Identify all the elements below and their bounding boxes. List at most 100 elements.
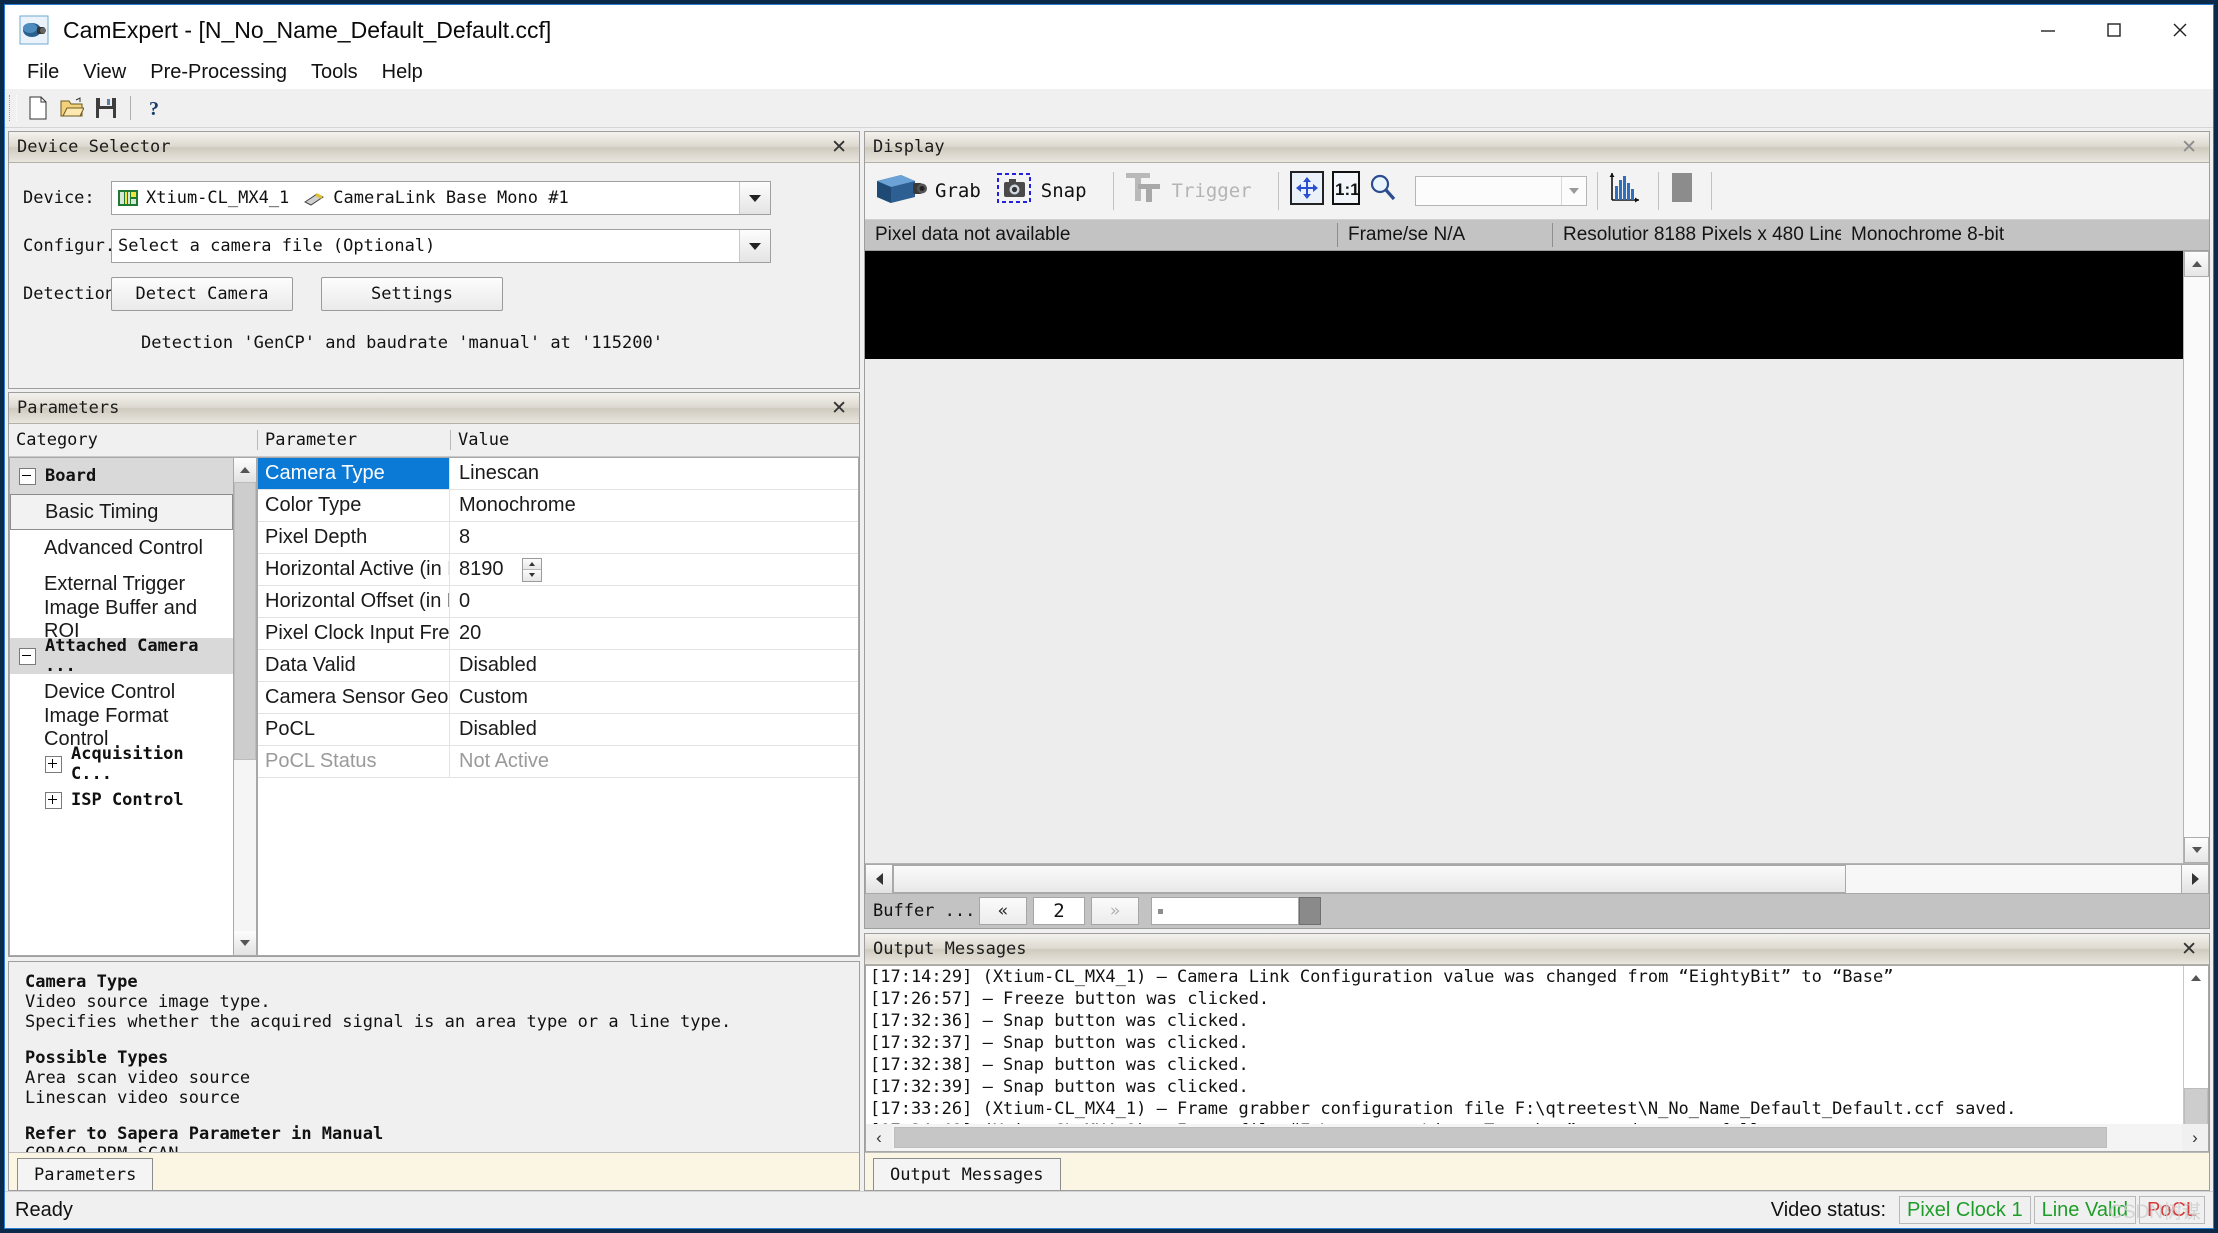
minimize-button[interactable] — [2015, 5, 2081, 55]
menu-pre-processing[interactable]: Pre-Processing — [138, 58, 299, 87]
buffer-next-button[interactable]: » — [1091, 897, 1139, 925]
scroll-thumb[interactable] — [234, 482, 256, 760]
configuration-combo-chevron-down-icon[interactable] — [739, 230, 770, 262]
param-value[interactable]: 20 — [449, 618, 858, 649]
output-messages-close-icon[interactable]: ✕ — [2181, 938, 2197, 961]
table-row[interactable]: PoCL Disabled — [258, 714, 858, 746]
save-icon[interactable] — [91, 93, 121, 123]
expand-plus-icon[interactable] — [45, 756, 62, 773]
device-selector-close-icon[interactable]: ✕ — [831, 136, 847, 159]
output-vertical-scrollbar[interactable] — [2183, 966, 2208, 1124]
parameters-close-icon[interactable]: ✕ — [831, 397, 847, 420]
help-question-icon[interactable]: ? — [140, 93, 170, 123]
table-row[interactable]: Pixel Clock Input Freque... 20 — [258, 618, 858, 650]
param-value[interactable]: Linescan — [449, 458, 858, 489]
output-horizontal-scrollbar[interactable]: ‹ › — [865, 1124, 2209, 1152]
param-value[interactable]: 8 — [449, 522, 858, 553]
device-combo[interactable]: Xtium-CL_MX4_1 CameraLink Base Mono #1 — [111, 181, 771, 215]
tab-output-messages[interactable]: Output Messages — [873, 1158, 1061, 1190]
tree-group-board[interactable]: Board — [10, 458, 233, 494]
tree-item-basic-timing[interactable]: Basic Timing — [10, 494, 233, 530]
scroll-up-icon[interactable] — [2184, 251, 2209, 277]
table-row[interactable]: Horizontal Offset (in Pixe... 0 — [258, 586, 858, 618]
grab-button[interactable]: Grab — [875, 171, 991, 211]
svg-text:1:1: 1:1 — [1335, 180, 1360, 199]
scroll-down-icon[interactable] — [234, 931, 256, 955]
display-horizontal-scrollbar[interactable] — [865, 863, 2209, 894]
buffer-prev-button[interactable]: « — [979, 897, 1027, 925]
device-combo-chevron-down-icon[interactable] — [739, 182, 770, 214]
scroll-track[interactable] — [2184, 277, 2209, 837]
settings-button[interactable]: Settings — [321, 277, 503, 311]
scroll-track[interactable] — [892, 1124, 2182, 1151]
table-row[interactable]: Horizontal Active (in Pixe... 8190 — [258, 554, 858, 586]
scroll-thumb[interactable] — [2184, 1088, 2208, 1124]
scroll-thumb[interactable] — [894, 1127, 2107, 1148]
menu-file[interactable]: File — [15, 58, 71, 87]
scroll-up-icon[interactable] — [234, 458, 256, 482]
table-row[interactable]: Camera Type Linescan — [258, 458, 858, 490]
tree-group-attached-camera[interactable]: Attached Camera ... — [10, 638, 233, 674]
output-messages-list[interactable]: [17:14:29] (Xtium-CL_MX4_1) — Camera Lin… — [865, 965, 2209, 1124]
buffer-slider[interactable] — [1151, 897, 1299, 925]
category-tree-scrollbar[interactable] — [233, 457, 257, 956]
buffer-slider-thumb[interactable] — [1299, 897, 1321, 925]
image-canvas[interactable] — [865, 251, 2183, 359]
zoom-level-combo[interactable] — [1415, 176, 1587, 206]
param-value[interactable]: Disabled — [449, 650, 858, 681]
table-row[interactable]: Color Type Monochrome — [258, 490, 858, 522]
scroll-right-icon[interactable]: › — [2182, 1124, 2208, 1151]
expand-plus-icon[interactable] — [45, 792, 62, 809]
tree-item-image-buffer-and-roi[interactable]: Image Buffer and ROI — [10, 602, 233, 638]
stepper-up-icon[interactable] — [523, 559, 541, 570]
tree-item-image-format-control[interactable]: Image Format Control — [10, 710, 233, 746]
scroll-right-icon[interactable] — [2181, 864, 2209, 894]
param-value-cell[interactable]: 8190 — [449, 554, 858, 585]
scroll-left-icon[interactable] — [865, 864, 893, 894]
open-folder-icon[interactable] — [57, 93, 87, 123]
stepper-down-icon[interactable] — [523, 569, 541, 581]
param-value[interactable]: Monochrome — [449, 490, 858, 521]
close-button[interactable] — [2147, 5, 2213, 55]
zoom-button[interactable] — [1367, 172, 1399, 210]
left-dock-column: Device Selector ✕ Device: — [8, 131, 860, 1191]
param-value[interactable]: Custom — [449, 682, 858, 713]
tab-parameters[interactable]: Parameters — [17, 1158, 153, 1190]
buffer-index-field[interactable]: 2 — [1033, 897, 1085, 925]
table-row[interactable]: Camera Sensor Geometr... Custom — [258, 682, 858, 714]
scroll-up-icon[interactable] — [2184, 966, 2208, 990]
menu-help[interactable]: Help — [370, 58, 435, 87]
snap-button[interactable]: Snap — [997, 171, 1097, 211]
fit-to-window-button[interactable] — [1289, 170, 1325, 212]
menu-tools[interactable]: Tools — [299, 58, 370, 87]
param-value[interactable]: 0 — [449, 586, 858, 617]
table-row[interactable]: Pixel Depth 8 — [258, 522, 858, 554]
scroll-left-icon[interactable]: ‹ — [866, 1124, 892, 1151]
maximize-button[interactable] — [2081, 5, 2147, 55]
table-row[interactable]: Data Valid Disabled — [258, 650, 858, 682]
display-vertical-scrollbar[interactable] — [2183, 251, 2209, 863]
scroll-track[interactable] — [893, 864, 2181, 894]
scroll-track[interactable] — [234, 482, 256, 931]
quantity-stepper[interactable] — [522, 558, 542, 582]
new-file-icon[interactable] — [23, 93, 53, 123]
lut-button[interactable] — [1669, 170, 1695, 212]
collapse-minus-icon[interactable] — [19, 648, 36, 665]
toolbar-grip[interactable] — [9, 95, 17, 121]
tree-group-acquisition-control[interactable]: Acquisition C... — [10, 746, 233, 782]
scroll-thumb[interactable] — [893, 865, 1846, 893]
actual-size-button[interactable]: 1:1 — [1331, 170, 1361, 212]
configuration-combo[interactable]: Select a camera file (Optional) — [111, 229, 771, 263]
svg-text:?: ? — [149, 98, 159, 120]
param-value[interactable]: Disabled — [449, 714, 858, 745]
detect-camera-button[interactable]: Detect Camera — [111, 277, 293, 311]
scroll-track[interactable] — [2184, 990, 2208, 1100]
tree-group-isp-control[interactable]: ISP Control — [10, 782, 233, 818]
menu-view[interactable]: View — [71, 58, 138, 87]
tree-item-advanced-control[interactable]: Advanced Control — [10, 530, 233, 566]
scroll-down-icon[interactable] — [2184, 837, 2209, 863]
display-close-icon[interactable]: ✕ — [2181, 136, 2197, 159]
zoom-combo-chevron-down-icon[interactable] — [1561, 177, 1586, 205]
histogram-button[interactable] — [1608, 170, 1642, 212]
collapse-minus-icon[interactable] — [19, 468, 36, 485]
